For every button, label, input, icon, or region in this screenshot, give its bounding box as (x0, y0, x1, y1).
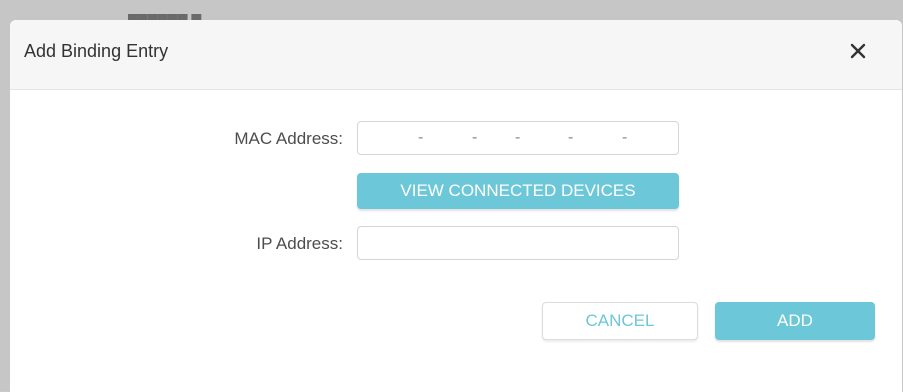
add-button[interactable]: ADD (715, 302, 875, 340)
mac-separator: - (472, 129, 478, 146)
ip-address-input[interactable] (357, 226, 679, 260)
mac-separator: - (622, 129, 628, 146)
dialog-title: Add Binding Entry (24, 41, 169, 61)
ip-address-label: IP Address: (256, 234, 343, 253)
add-binding-entry-dialog: Add Binding Entry MAC Address: - - - - -… (10, 20, 902, 392)
mac-separator: - (515, 129, 521, 146)
dialog-header: Add Binding Entry (10, 20, 902, 90)
mac-address-input[interactable]: - - - - - (357, 121, 679, 155)
cancel-button[interactable]: CANCEL (542, 302, 698, 340)
close-button[interactable] (844, 37, 872, 65)
mac-separator: - (418, 129, 424, 146)
close-icon (850, 43, 866, 59)
view-connected-devices-button[interactable]: VIEW CONNECTED DEVICES (357, 173, 679, 209)
mac-address-label: MAC Address: (234, 129, 343, 148)
mac-separator: - (568, 129, 574, 146)
